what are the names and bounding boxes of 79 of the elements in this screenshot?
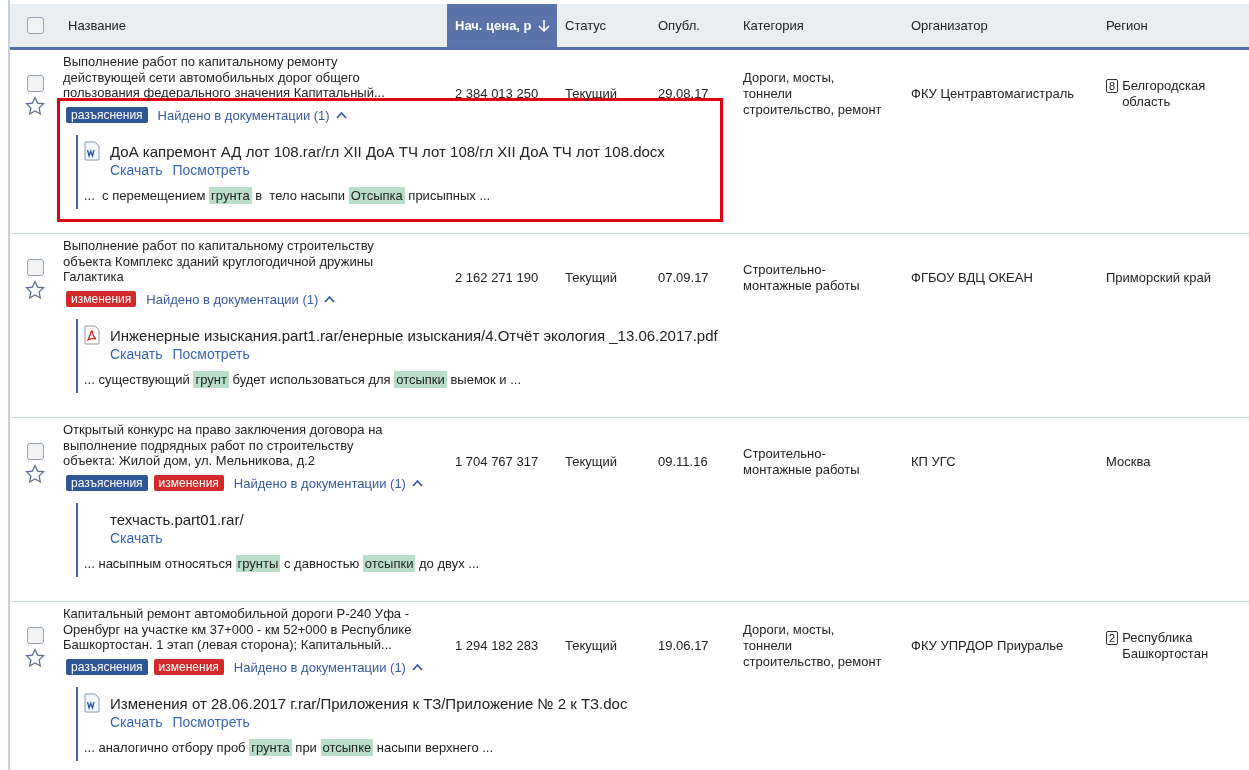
organizer-text: КП УГС xyxy=(910,454,957,470)
price-text: 1 294 182 283 xyxy=(454,638,540,654)
region-text: Белгородская область xyxy=(1122,78,1207,110)
file-link[interactable]: Скачать xyxy=(110,346,163,362)
category-text: Строительно- монтажные работы xyxy=(742,262,861,294)
search-snippet: ... с перемещением грунта в тело насыпи Отсыпка присыпных ... xyxy=(84,188,492,203)
status-text: Текущий xyxy=(564,270,618,286)
region-count: 8 xyxy=(1106,79,1119,93)
price-text: 1 704 767 317 xyxy=(454,454,540,470)
row-checkbox[interactable] xyxy=(26,626,44,644)
star-icon[interactable] xyxy=(25,647,45,668)
column-header[interactable]: Регион xyxy=(1098,4,1249,47)
date-text: 09.11.16 xyxy=(657,454,709,470)
word-file-icon xyxy=(84,141,100,161)
file-name: Инженерные изыскания.part1.rar/енерные изыскания/4.Отчёт экология _13.06.2017.pdf xyxy=(110,326,718,344)
region-text: Приморский край xyxy=(1106,270,1211,286)
date-text: 29.08.17 xyxy=(657,86,710,102)
tag: разъяснения xyxy=(66,475,148,491)
star-icon[interactable] xyxy=(25,95,45,116)
file-link[interactable]: Скачать xyxy=(110,714,163,730)
tag: изменения xyxy=(153,659,224,675)
organizer-text: ФГБОУ ВДЦ ОКЕАН xyxy=(910,270,1034,286)
price-text: 2 162 271 190 xyxy=(454,270,540,286)
star-icon[interactable] xyxy=(25,463,45,484)
row-checkbox[interactable] xyxy=(26,74,44,92)
sort-down-icon xyxy=(537,19,550,32)
tag: разъяснения xyxy=(66,659,148,675)
status-text: Текущий xyxy=(564,638,618,654)
column-header[interactable]: Опубл. xyxy=(650,4,735,47)
tender-title[interactable]: Выполнение работ по капитальному ремонту действующей сети автомобильных дорог общего пользования федерального значения Капитальный... xyxy=(60,54,447,101)
word-file-icon xyxy=(84,693,100,713)
row-checkbox[interactable] xyxy=(26,258,44,276)
found-in-docs-link[interactable]: Найдено в документации (1) xyxy=(157,107,347,123)
tender-title[interactable]: Выполнение работ по капитальному строительству объекта Комплекс зданий круглогодичной дружины Галактика xyxy=(60,238,447,285)
organizer-text: ФКУ УПРДОР Приуралье xyxy=(910,638,1065,654)
chevron-icon xyxy=(411,663,423,671)
chevron-icon xyxy=(411,479,423,487)
file-link[interactable]: Скачать xyxy=(110,530,163,546)
organizer-text: ФКУ Центравтомагистраль xyxy=(910,86,1075,102)
region-count: 2 xyxy=(1106,631,1119,645)
category-text: Дороги, мосты, тоннели строительство, ремонт xyxy=(742,622,883,670)
file-link[interactable]: Посмотреть xyxy=(172,162,250,178)
region-text: Москва xyxy=(1106,454,1151,470)
price-text: 2 384 013 250 xyxy=(454,86,540,102)
category-text: Дороги, мосты, тоннели строительство, ремонт xyxy=(742,70,883,118)
file-name: техчасть.part01.rar/ xyxy=(110,510,244,528)
tender-title[interactable]: Открытый конкурс на право заключения договора на выполнение подрядных работ по строительству объекта: Жилой дом, ул. Мельникова, д.2 xyxy=(60,422,447,469)
file-link[interactable]: Посмотреть xyxy=(172,714,250,730)
found-in-docs-link[interactable]: Найдено в документации (1) xyxy=(146,291,336,307)
category-text: Строительно- монтажные работы xyxy=(742,446,861,478)
tag: изменения xyxy=(153,475,224,491)
chevron-icon xyxy=(335,111,347,119)
tender-title[interactable]: Капитальный ремонт автомобильной дороги Р-240 Уфа - Оренбург на участке км 37+000 - км 52+000 в Республике Башкортостан. 1 этап (левая сторона); Капитальный... xyxy=(60,606,447,653)
search-snippet: ... насыпным относяться грунты с давностью отсыпки до двух ... xyxy=(84,556,481,571)
file-name: ДоА капремонт АД лот 108.rar/гл XII ДоА ТЧ лот 108/гл XII ДоА ТЧ лот 108.docx xyxy=(110,142,665,160)
column-header[interactable]: Категория xyxy=(735,4,903,47)
column-header[interactable]: Нач. цена, р xyxy=(447,4,557,47)
file-link[interactable]: Посмотреть xyxy=(172,346,250,362)
found-in-docs-link[interactable]: Найдено в документации (1) xyxy=(233,659,423,675)
found-in-docs-link[interactable]: Найдено в документации (1) xyxy=(233,475,423,491)
select-all-checkbox[interactable] xyxy=(26,17,44,34)
date-text: 07.09.17 xyxy=(657,270,710,286)
pdf-file-icon xyxy=(84,325,100,345)
column-header[interactable]: Название xyxy=(60,4,447,47)
region-text: Республика Башкортостан xyxy=(1122,630,1210,662)
column-header[interactable]: Статус xyxy=(557,4,650,47)
search-snippet: ... существующий грунт будет использоваться для отсыпки выемок и ... xyxy=(84,372,523,387)
star-icon[interactable] xyxy=(25,279,45,300)
tag: разъяснения xyxy=(66,107,148,123)
chevron-icon xyxy=(324,295,336,303)
tag: изменения xyxy=(66,291,137,307)
date-text: 19.06.17 xyxy=(657,638,710,654)
status-text: Текущий xyxy=(564,86,618,102)
column-header[interactable]: Организатор xyxy=(903,4,1098,47)
row-checkbox[interactable] xyxy=(26,442,44,460)
status-text: Текущий xyxy=(564,454,618,470)
file-name: Изменения от 28.06.2017 г.rar/Приложения к ТЗ/Приложение № 2 к ТЗ.doc xyxy=(110,694,628,712)
search-snippet: ... аналогично отбору проб грунта при отсыпке насыпи верхнего ... xyxy=(84,740,495,755)
file-link[interactable]: Скачать xyxy=(110,162,163,178)
